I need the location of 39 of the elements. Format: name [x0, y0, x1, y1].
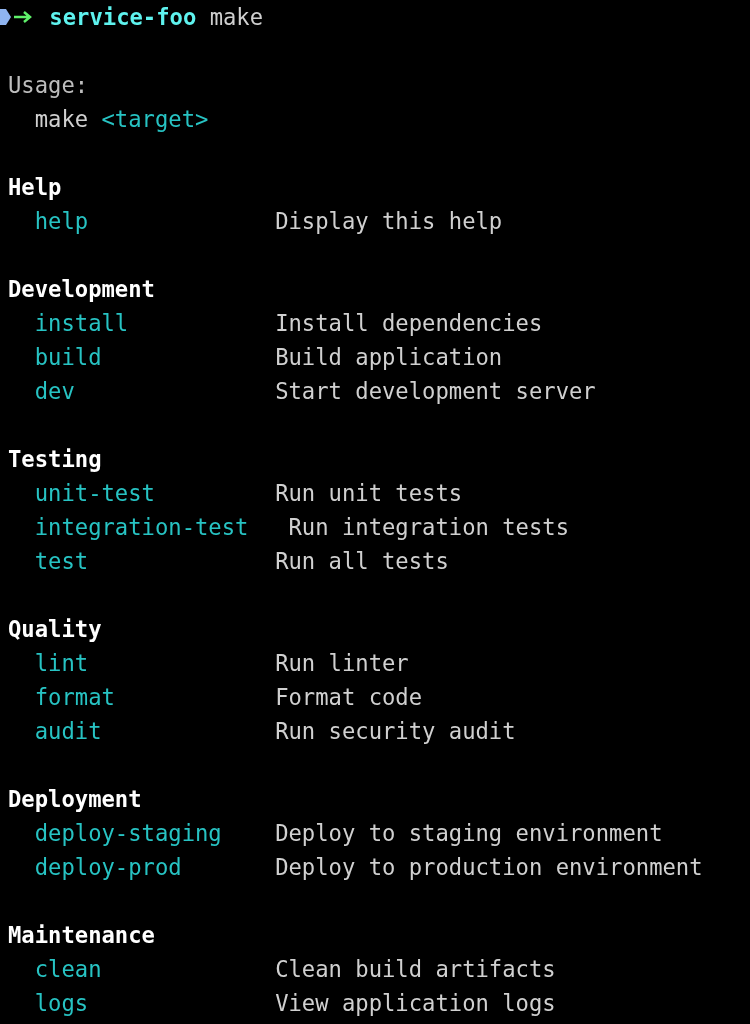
- target-description: Format code: [275, 683, 423, 712]
- usage-command: make: [34, 105, 89, 134]
- section-heading: Quality: [8, 615, 102, 644]
- target-description: Deploy to production environment: [275, 853, 703, 882]
- target-name: lint: [34, 649, 90, 678]
- target-name: integration-test: [34, 513, 249, 542]
- target-description: Run linter: [275, 649, 409, 678]
- target-name: dev: [34, 377, 76, 406]
- target-name: test: [34, 547, 90, 576]
- target-description: Run security audit: [275, 717, 516, 746]
- usage-argument: <target>: [101, 105, 209, 134]
- target-description: Run integration tests: [288, 513, 570, 542]
- target-description: Install dependencies: [275, 309, 543, 338]
- prompt-command: make: [209, 3, 264, 32]
- section-heading: Development: [8, 275, 155, 304]
- target-name: logs: [34, 989, 90, 1018]
- target-name: clean: [34, 955, 103, 984]
- target-description: Display this help: [275, 207, 503, 236]
- target-name: build: [34, 343, 103, 372]
- target-description: View application logs: [275, 989, 556, 1018]
- section-heading: Maintenance: [8, 921, 155, 950]
- target-description: Start development server: [275, 377, 596, 406]
- target-name: deploy-staging: [34, 819, 223, 848]
- target-name: format: [34, 683, 116, 712]
- target-description: Clean build artifacts: [275, 955, 556, 984]
- target-description: Deploy to staging environment: [275, 819, 663, 848]
- target-description: Run all tests: [275, 547, 449, 576]
- target-description: Build application: [275, 343, 503, 372]
- target-description: Run unit tests: [275, 479, 463, 508]
- target-name: deploy-prod: [34, 853, 183, 882]
- target-name: help: [34, 207, 90, 236]
- target-name: audit: [34, 717, 103, 746]
- section-heading: Testing: [8, 445, 102, 474]
- section-heading: Deployment: [8, 785, 142, 814]
- usage-label: Usage:: [8, 71, 89, 100]
- target-name: install: [34, 309, 130, 338]
- target-name: unit-test: [34, 479, 156, 508]
- section-heading: Help: [8, 173, 62, 202]
- prompt-directory: service-foo: [49, 3, 197, 32]
